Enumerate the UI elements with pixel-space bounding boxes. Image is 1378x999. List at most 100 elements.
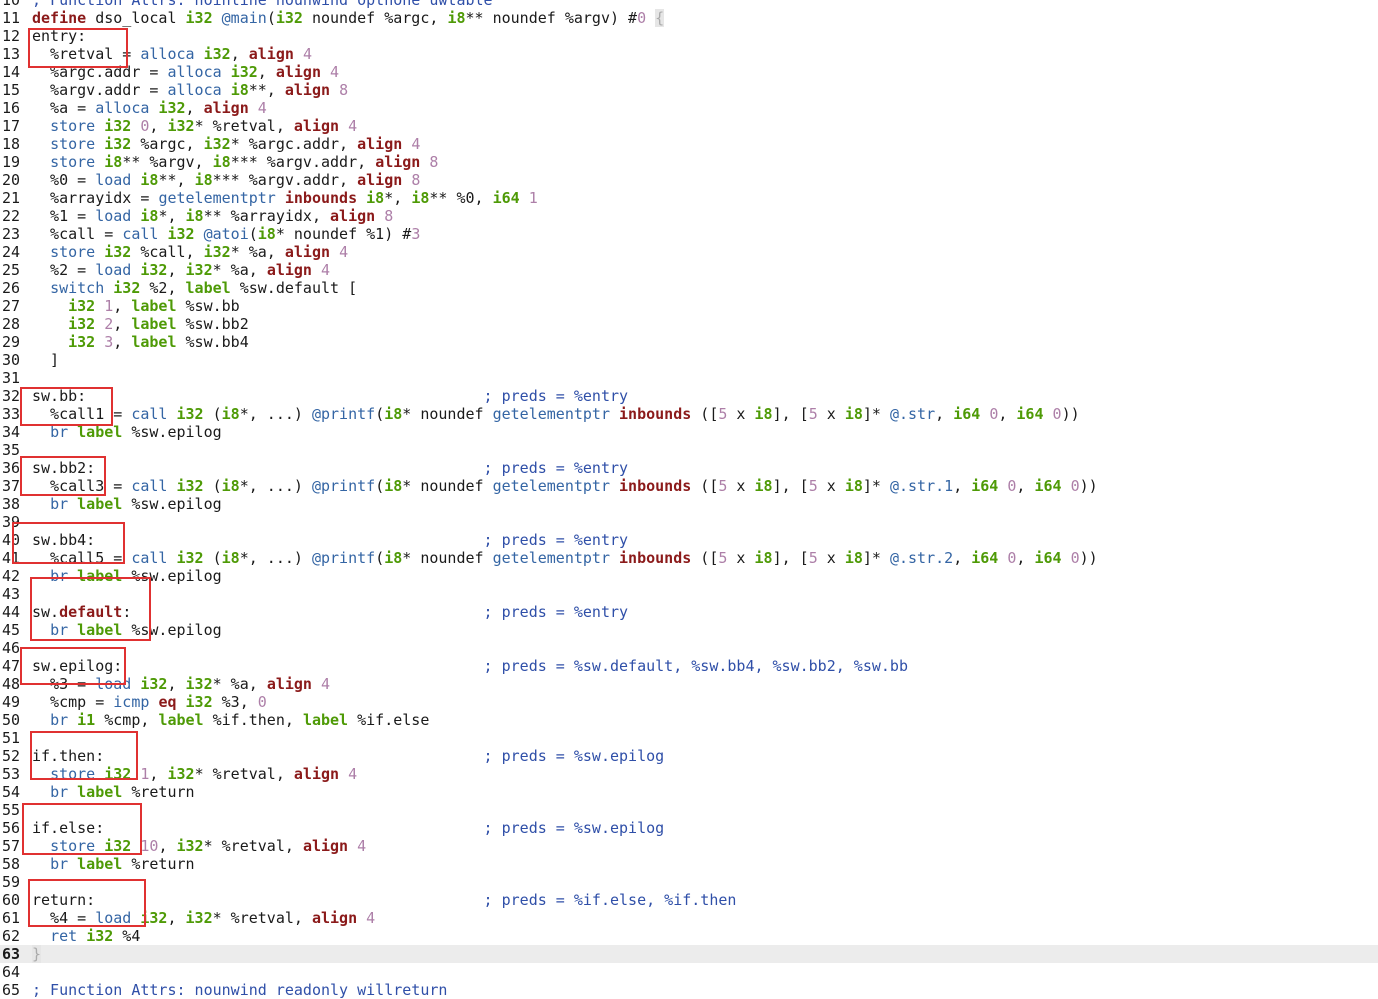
code-line[interactable]: 24 store i32 %call, i32* %a, align 4 — [0, 243, 1378, 261]
line-number: 43 — [2, 585, 21, 603]
code-token: i32 — [203, 243, 231, 261]
code-token: i8 — [194, 171, 213, 189]
code-token: %4 — [113, 927, 141, 945]
code-line[interactable]: 30 ] — [0, 351, 1378, 369]
code-line[interactable]: 46 — [0, 639, 1378, 657]
code-line[interactable]: 39 — [0, 513, 1378, 531]
code-line[interactable]: 50 br i1 %cmp, label %if.then, label %if… — [0, 711, 1378, 729]
line-number: 40 — [2, 531, 21, 549]
code-line[interactable]: 63} — [0, 945, 1378, 963]
code-line[interactable]: 49 %cmp = icmp eq i32 %3, 0 — [0, 693, 1378, 711]
code-line[interactable]: 27 i32 1, label %sw.bb — [0, 297, 1378, 315]
code-token: ]* — [862, 549, 890, 567]
code-token: i8 — [221, 549, 240, 567]
code-line[interactable]: 65 ; Function Attrs: nounwind readonly wi… — [0, 981, 1378, 999]
code-line[interactable]: 59 — [0, 873, 1378, 891]
code-line[interactable]: 22 %1 = load i8*, i8** %arrayidx, align … — [0, 207, 1378, 225]
code-text: } — [22, 945, 42, 963]
code-token: align — [311, 909, 358, 927]
line-number: 12 — [2, 27, 21, 45]
code-token: i32 — [104, 837, 132, 855]
code-token: 8 — [384, 207, 394, 225]
code-line[interactable]: 19 store i8** %argv, i8*** %argv.addr, a… — [0, 153, 1378, 171]
code-editor[interactable]: 10 ; Function Attrs: noinline nounwind op… — [0, 0, 1378, 999]
code-token: ]* — [862, 477, 890, 495]
code-line[interactable]: 10 ; Function Attrs: noinline nounwind op… — [0, 0, 1378, 9]
line-number: 20 — [2, 171, 21, 189]
code-line[interactable]: 52 if.then: ; preds = %sw.epilog — [0, 747, 1378, 765]
code-line[interactable]: 32 sw.bb: ; preds = %entry — [0, 387, 1378, 405]
code-line[interactable]: 62 ret i32 %4 — [0, 927, 1378, 945]
code-token: 0 — [1052, 405, 1062, 423]
code-line[interactable]: 13 %retval = alloca i32, align 4 — [0, 45, 1378, 63]
code-line[interactable]: 23 %call = call i32 @atoi(i8* noundef %1… — [0, 225, 1378, 243]
code-token: i8 — [366, 189, 385, 207]
line-number: 17 — [2, 117, 21, 135]
code-line[interactable]: 12 entry: — [0, 27, 1378, 45]
line-number: 10 — [2, 0, 21, 9]
code-line[interactable]: 20 %0 = load i8**, i8*** %argv.addr, ali… — [0, 171, 1378, 189]
code-token: * %a, — [212, 261, 267, 279]
code-line[interactable]: 45 br label %sw.epilog — [0, 621, 1378, 639]
code-line[interactable]: 41 %call5 = call i32 (i8*, ...) @printf(… — [0, 549, 1378, 567]
code-line[interactable]: 35 — [0, 441, 1378, 459]
code-line[interactable]: 31 — [0, 369, 1378, 387]
code-line[interactable]: 21 %arrayidx = getelementptr inbounds i8… — [0, 189, 1378, 207]
line-number: 45 — [2, 621, 21, 639]
code-line[interactable]: 17 store i32 0, i32* %retval, align 4 — [0, 117, 1378, 135]
code-line[interactable]: 38 br label %sw.epilog — [0, 495, 1378, 513]
code-line[interactable]: 64 — [0, 963, 1378, 981]
code-line[interactable]: 40 sw.bb4: ; preds = %entry — [0, 531, 1378, 549]
code-token: 2 — [104, 315, 114, 333]
code-line[interactable]: 54 br label %return — [0, 783, 1378, 801]
code-token: %retval = — [32, 45, 141, 63]
code-line[interactable]: 33 %call1 = call i32 (i8*, ...) @printf(… — [0, 405, 1378, 423]
code-line[interactable]: 42 br label %sw.epilog — [0, 567, 1378, 585]
code-token: %2, — [140, 279, 186, 297]
code-line[interactable]: 53 store i32 1, i32* %retval, align 4 — [0, 765, 1378, 783]
code-line[interactable]: 11 define dso_local i32 @main(i32 noundef… — [0, 9, 1378, 27]
code-line[interactable]: 47 sw.epilog: ; preds = %sw.default, %sw.… — [0, 657, 1378, 675]
line-number: 41 — [2, 549, 21, 567]
code-line[interactable]: 14 %argc.addr = alloca i32, align 4 — [0, 63, 1378, 81]
line-number: 56 — [2, 819, 21, 837]
code-line[interactable]: 26 switch i32 %2, label %sw.default [ — [0, 279, 1378, 297]
code-line[interactable]: 51 — [0, 729, 1378, 747]
code-line[interactable]: 18 store i32 %argc, i32* %argc.addr, ali… — [0, 135, 1378, 153]
code-line[interactable]: 34 br label %sw.epilog — [0, 423, 1378, 441]
code-line[interactable]: 16 %a = alloca i32, align 4 — [0, 99, 1378, 117]
code-token: i32 — [104, 765, 132, 783]
code-line[interactable]: 43 — [0, 585, 1378, 603]
code-text: ; Function Attrs: noinline nounwind optn… — [22, 0, 493, 9]
code-line[interactable]: 44 sw.default: ; preds = %entry — [0, 603, 1378, 621]
code-line[interactable]: 55 — [0, 801, 1378, 819]
code-line[interactable]: 29 i32 3, label %sw.bb4 — [0, 333, 1378, 351]
code-line[interactable]: 60 return: ; preds = %if.else, %if.then — [0, 891, 1378, 909]
line-number: 30 — [2, 351, 21, 369]
code-token: )) — [1061, 405, 1080, 423]
code-text: %retval = alloca i32, align 4 — [22, 45, 312, 63]
code-line[interactable]: 48 %3 = load i32, i32* %a, align 4 — [0, 675, 1378, 693]
line-number: 39 — [2, 513, 21, 531]
code-text: %argv.addr = alloca i8**, align 8 — [22, 81, 348, 99]
code-token: i64 — [1016, 405, 1044, 423]
code-line[interactable]: 61 %4 = load i32, i32* %retval, align 4 — [0, 909, 1378, 927]
code-line[interactable]: 25 %2 = load i32, i32* %a, align 4 — [0, 261, 1378, 279]
code-line[interactable]: 57 store i32 10, i32* %retval, align 4 — [0, 837, 1378, 855]
code-token: i8 — [140, 207, 159, 225]
code-line[interactable]: 36 sw.bb2: ; preds = %entry — [0, 459, 1378, 477]
code-token: i64 — [953, 405, 981, 423]
code-token: ; Function Attrs: noinline nounwind optn… — [32, 0, 493, 9]
code-line[interactable]: 58 br label %return — [0, 855, 1378, 873]
code-line[interactable]: 37 %call3 = call i32 (i8*, ...) @printf(… — [0, 477, 1378, 495]
code-text: if.then: ; preds = %sw.epilog — [22, 747, 664, 765]
code-line[interactable]: 28 i32 2, label %sw.bb2 — [0, 315, 1378, 333]
code-token: label — [131, 315, 177, 333]
code-line[interactable]: 15 %argv.addr = alloca i8**, align 8 — [0, 81, 1378, 99]
code-line[interactable]: 56 if.else: ; preds = %sw.epilog — [0, 819, 1378, 837]
